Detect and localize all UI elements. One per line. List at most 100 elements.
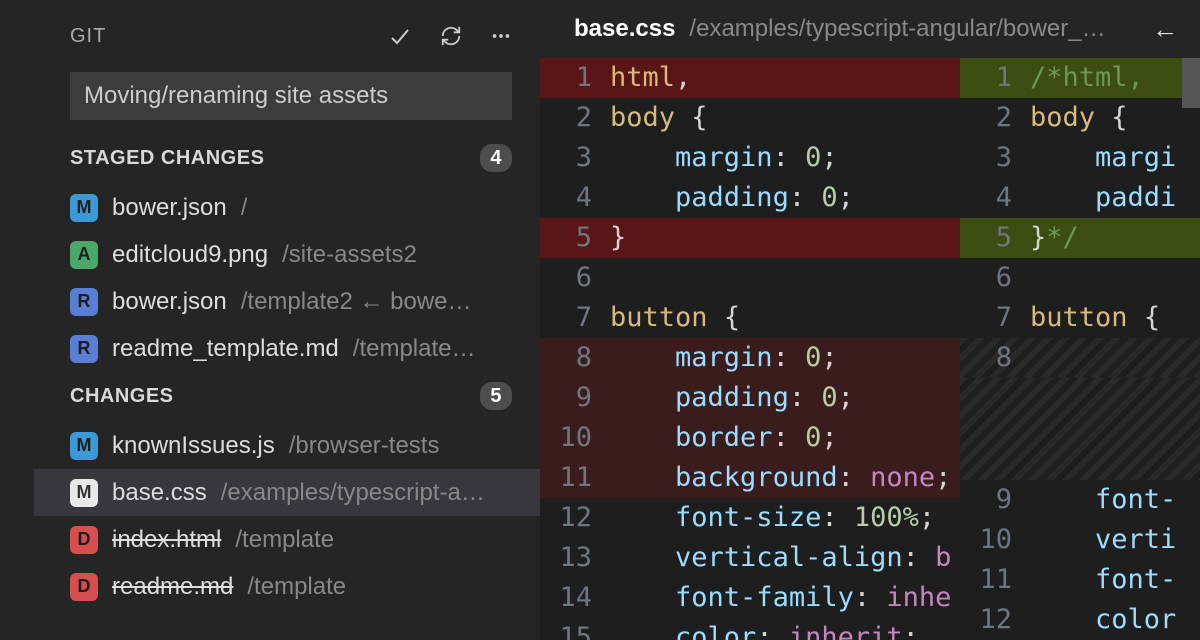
line-number: 3 <box>960 138 1030 178</box>
code-line[interactable]: 14 font-family: inhe <box>540 578 960 618</box>
line-number: 2 <box>540 98 610 138</box>
tab-bar: base.css /examples/typescript-angular/bo… <box>540 0 1200 58</box>
git-sidebar: GIT STAGED CHANGES 4 Mbower.json / Aeditcl… <box>0 0 540 640</box>
changes-section-header[interactable]: CHANGES 5 <box>34 372 540 422</box>
code-content: body { <box>610 98 960 138</box>
sidebar-title: GIT <box>70 25 388 48</box>
changes-count: 5 <box>480 382 512 410</box>
code-line[interactable]: 11 background: none; <box>540 458 960 498</box>
file-row[interactable]: Aeditcloud9.png/site-assets2 <box>34 231 540 278</box>
commit-icon[interactable] <box>388 24 412 48</box>
staged-count: 4 <box>480 144 512 172</box>
code-line[interactable]: 2body { <box>960 98 1200 138</box>
code-content: html, <box>610 58 960 98</box>
code-line[interactable]: 12 font-size: 100%; <box>540 498 960 538</box>
code-content: font-size: 100%; <box>610 498 960 538</box>
line-number: 5 <box>540 218 610 258</box>
more-icon[interactable] <box>490 25 512 47</box>
code-line[interactable]: 10 verti <box>960 520 1200 560</box>
code-line[interactable]: 9 font- <box>960 480 1200 520</box>
line-number: 9 <box>960 480 1030 520</box>
line-number: 3 <box>540 138 610 178</box>
code-line[interactable]: 5}*/ <box>960 218 1200 258</box>
commit-message-input[interactable] <box>70 72 512 120</box>
file-path: /template <box>235 526 334 554</box>
code-content: margin: 0; <box>610 138 960 178</box>
status-badge: D <box>70 526 98 554</box>
staged-section-header[interactable]: STAGED CHANGES 4 <box>34 134 540 184</box>
line-number: 1 <box>540 58 610 98</box>
code-line[interactable]: 5} <box>540 218 960 258</box>
code-line[interactable]: 6 <box>540 258 960 298</box>
code-content: color <box>1030 600 1200 640</box>
code-content: }*/ <box>1030 218 1200 258</box>
code-line[interactable]: 8 margin: 0; <box>540 338 960 378</box>
line-number: 12 <box>960 600 1030 640</box>
code-line[interactable]: 2body { <box>540 98 960 138</box>
code-line[interactable]: 6 <box>960 258 1200 298</box>
status-badge: R <box>70 335 98 363</box>
code-line[interactable]: 1/*html, <box>960 58 1200 98</box>
status-badge: M <box>70 432 98 460</box>
file-row[interactable]: MknownIssues.js/browser-tests <box>34 422 540 469</box>
file-row[interactable]: Rreadme_template.md/template… <box>34 325 540 372</box>
code-line[interactable]: 1html, <box>540 58 960 98</box>
code-line[interactable]: 7button { <box>540 298 960 338</box>
line-number: 11 <box>540 458 610 498</box>
code-line[interactable]: 7button { <box>960 298 1200 338</box>
code-content: margin: 0; <box>610 338 960 378</box>
file-path: /site-assets2 <box>282 241 417 269</box>
code-line[interactable]: 9 padding: 0; <box>540 378 960 418</box>
changes-label: CHANGES <box>70 385 480 408</box>
code-content: body { <box>1030 98 1200 138</box>
line-number: 5 <box>960 218 1030 258</box>
code-line[interactable]: 11 font- <box>960 560 1200 600</box>
code-line[interactable] <box>960 378 1200 412</box>
code-line[interactable]: 12 color <box>960 600 1200 640</box>
refresh-icon[interactable] <box>440 25 462 47</box>
line-number: 7 <box>960 298 1030 338</box>
file-path: /template… <box>353 335 476 363</box>
back-arrow-icon[interactable]: ← <box>1152 14 1178 45</box>
status-badge: R <box>70 288 98 316</box>
file-path: / <box>241 194 248 222</box>
file-path: /browser-tests <box>289 432 440 460</box>
file-name: index.html <box>112 526 221 554</box>
file-name: bower.json <box>112 194 227 222</box>
line-number: 1 <box>960 58 1030 98</box>
tab-filename[interactable]: base.css <box>574 15 675 43</box>
staged-list: Mbower.json/Aeditcloud9.png/site-assets2… <box>34 184 540 372</box>
line-number: 13 <box>540 538 610 578</box>
code-line[interactable]: 3 margin: 0; <box>540 138 960 178</box>
code-content: paddi <box>1030 178 1200 218</box>
file-name: bower.json <box>112 288 227 316</box>
file-row[interactable]: Mbase.css/examples/typescript-a… <box>34 469 540 516</box>
code-line[interactable]: 15 color: inherit; <box>540 618 960 640</box>
code-content: vertical-align: b <box>610 538 960 578</box>
diff-pane-right[interactable]: 1/*html,2body {3 margi4 paddi5}*/67butto… <box>960 58 1200 640</box>
code-line[interactable] <box>960 446 1200 480</box>
file-row[interactable]: Dindex.html/template <box>34 516 540 563</box>
changes-list: MknownIssues.js/browser-testsMbase.css/e… <box>34 422 540 610</box>
file-row[interactable]: Mbower.json/ <box>34 184 540 231</box>
line-number: 14 <box>540 578 610 618</box>
status-badge: M <box>70 479 98 507</box>
code-line[interactable] <box>960 412 1200 446</box>
code-line[interactable]: 4 padding: 0; <box>540 178 960 218</box>
code-line[interactable]: 4 paddi <box>960 178 1200 218</box>
file-name: readme_template.md <box>112 335 339 363</box>
code-content: font- <box>1030 480 1200 520</box>
line-number: 6 <box>960 258 1030 298</box>
diff-pane-left[interactable]: 1html,2body {3 margin: 0;4 padding: 0;5}… <box>540 58 960 640</box>
line-number: 7 <box>540 298 610 338</box>
code-line[interactable]: 10 border: 0; <box>540 418 960 458</box>
code-line[interactable]: 3 margi <box>960 138 1200 178</box>
tab-path: /examples/typescript-angular/bower_… <box>689 15 1138 43</box>
code-line[interactable]: 8 <box>960 338 1200 378</box>
code-content: padding: 0; <box>610 378 960 418</box>
status-badge: D <box>70 573 98 601</box>
diff-container: 1html,2body {3 margin: 0;4 padding: 0;5}… <box>540 58 1200 640</box>
code-line[interactable]: 13 vertical-align: b <box>540 538 960 578</box>
file-row[interactable]: Dreadme.md/template <box>34 563 540 610</box>
file-row[interactable]: Rbower.json/template2 ← bowe… <box>34 278 540 325</box>
